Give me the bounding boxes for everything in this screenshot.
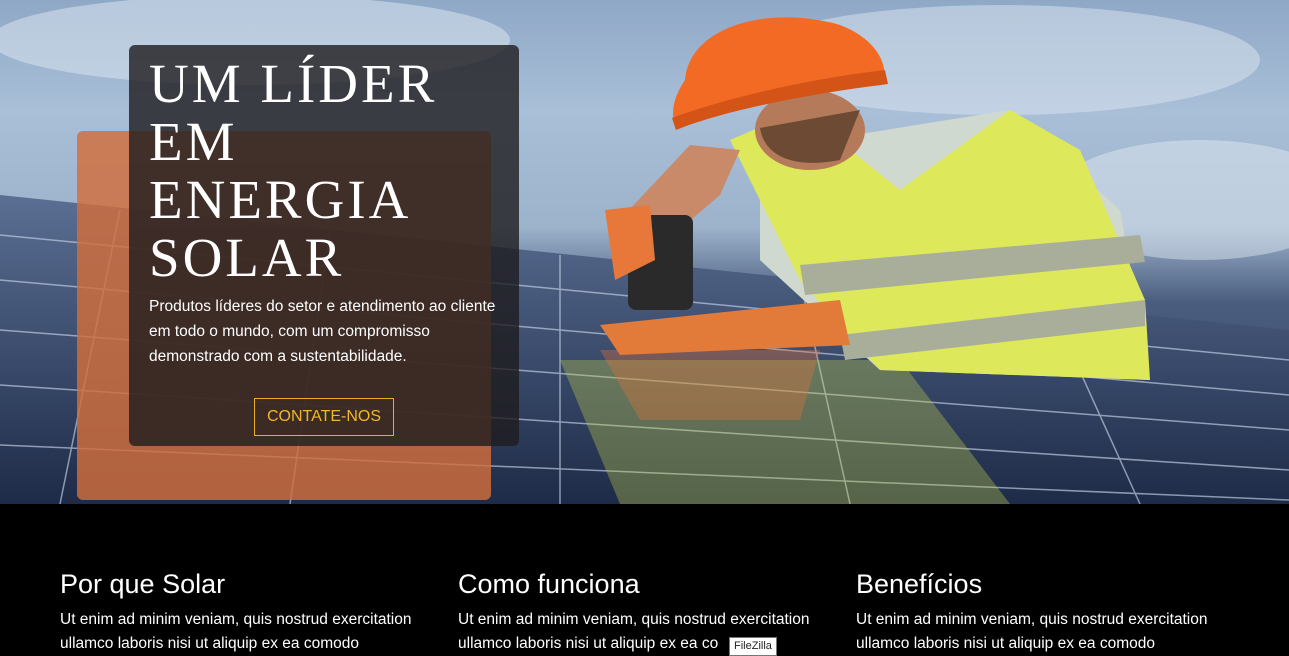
- hero-description: Produtos líderes do setor e atendimento …: [149, 298, 496, 365]
- hero-title-line: ENERGIA: [149, 169, 412, 230]
- feature-title: Como funciona: [458, 569, 640, 599]
- feature-card: Por que Solar Ut enim ad minim veniam, q…: [60, 566, 440, 656]
- feature-title: Por que Solar: [60, 569, 226, 599]
- feature-card: Benefícios Ut enim ad minim veniam, quis…: [856, 566, 1236, 656]
- hero-title-line: UM LÍDER: [149, 53, 438, 114]
- hero-title: UM LÍDER EM ENERGIA SOLAR: [149, 55, 509, 287]
- feature-card: Como funciona Ut enim ad minim veniam, q…: [458, 566, 838, 656]
- contact-button[interactable]: CONTATE-NOS: [254, 398, 394, 436]
- feature-title: Benefícios: [856, 569, 983, 599]
- feature-text: Ut enim ad minim veniam, quis nostrud ex…: [458, 611, 810, 652]
- hero-section: UM LÍDER EM ENERGIA SOLAR Produtos líder…: [0, 0, 1289, 504]
- feature-text: Ut enim ad minim veniam, quis nostrud ex…: [856, 611, 1208, 652]
- hero-title-line: SOLAR: [149, 227, 345, 288]
- hero-title-line: EM: [149, 111, 238, 172]
- taskbar-tooltip: FileZilla: [729, 637, 777, 656]
- feature-text: Ut enim ad minim veniam, quis nostrud ex…: [60, 611, 412, 652]
